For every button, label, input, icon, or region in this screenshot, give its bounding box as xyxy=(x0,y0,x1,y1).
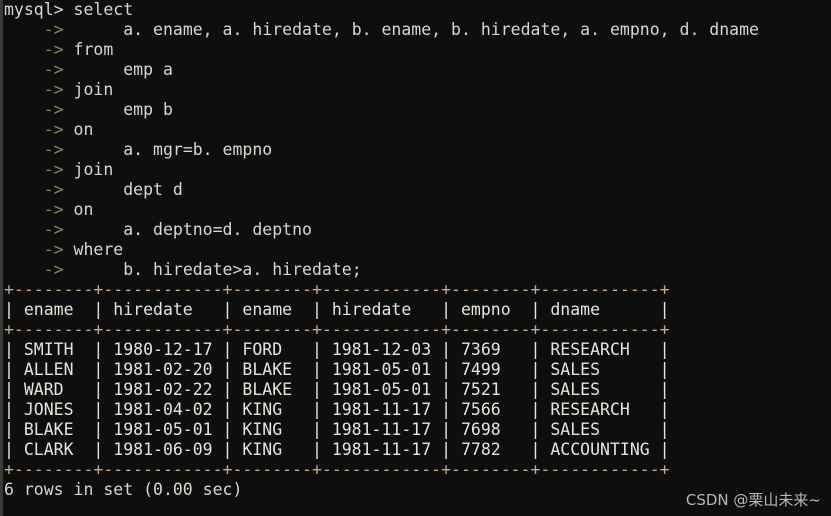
query-continuation-line: -> on xyxy=(4,200,831,220)
query-continuation-line: -> where xyxy=(4,240,831,260)
table-separator-top: +--------+------------+--------+--------… xyxy=(4,280,670,299)
continuation-arrow-icon: -> xyxy=(4,240,64,259)
continuation-arrow-icon: -> xyxy=(4,100,64,119)
continuation-arrow-icon: -> xyxy=(4,60,64,79)
query-continuation-line: -> join xyxy=(4,160,831,180)
table-row: | BLAKE | 1981-05-01 | KING | 1981-11-17… xyxy=(4,420,670,439)
query-continuation-line: -> on xyxy=(4,120,831,140)
table-row: | ALLEN | 1981-02-20 | BLAKE | 1981-05-0… xyxy=(4,360,670,379)
table-row: | SMITH | 1980-12-17 | FORD | 1981-12-03… xyxy=(4,340,670,359)
query-line-text: from xyxy=(63,40,114,59)
continuation-arrow-icon: -> xyxy=(4,180,64,199)
query-continuation-line: -> a. mgr=b. empno xyxy=(4,140,831,160)
mysql-terminal-window[interactable]: mysql> mysql> select -> a. ename, a. hir… xyxy=(0,0,831,516)
query-continuation-line: -> emp a xyxy=(4,60,831,80)
query-continuation-line: -> dept d xyxy=(4,180,831,200)
query-line-text: on xyxy=(63,120,94,139)
query-continuation-line: -> b. hiredate>a. hiredate; xyxy=(4,260,831,280)
query-continuation-line: -> a. ename, a. hiredate, b. ename, b. h… xyxy=(4,20,831,40)
table-row: | WARD | 1981-02-22 | BLAKE | 1981-05-01… xyxy=(4,380,670,399)
table-row: | CLARK | 1981-06-09 | KING | 1981-11-17… xyxy=(4,440,670,459)
table-row: | JONES | 1981-04-02 | KING | 1981-11-17… xyxy=(4,400,670,419)
query-line-text: emp b xyxy=(63,100,173,119)
command-prompt-line: mysql> select xyxy=(4,0,831,20)
query-first-line: select xyxy=(63,0,134,19)
query-line-text: emp a xyxy=(63,60,173,79)
query-line-text: join xyxy=(63,160,114,179)
continuation-arrow-icon: -> xyxy=(4,80,64,99)
continuation-arrow-icon: -> xyxy=(4,160,64,179)
query-line-text: dept d xyxy=(63,180,183,199)
continuation-arrow-icon: -> xyxy=(4,140,64,159)
table-separator-header: +--------+------------+--------+--------… xyxy=(4,320,670,339)
query-continuation-line: -> from xyxy=(4,40,831,60)
continuation-arrow-icon: -> xyxy=(4,120,64,139)
query-line-text: on xyxy=(63,200,94,219)
continuation-arrow-icon: -> xyxy=(4,260,64,279)
query-line-text: a. deptno=d. deptno xyxy=(63,220,312,239)
table-header-row: | ename | hiredate | ename | hiredate | … xyxy=(4,300,670,319)
query-continuation-line: -> a. deptno=d. deptno xyxy=(4,220,831,240)
continuation-arrow-icon: -> xyxy=(4,200,64,219)
query-continuation-line: -> emp b xyxy=(4,100,831,120)
terminal-screen[interactable]: mysql> mysql> select -> a. ename, a. hir… xyxy=(4,0,831,516)
window-left-edge xyxy=(0,0,3,516)
query-line-text: where xyxy=(63,240,124,259)
continuation-arrow-icon: -> xyxy=(4,40,64,59)
query-continuation-line: -> join xyxy=(4,80,831,100)
prompt-label: mysql> xyxy=(4,0,64,19)
query-line-text: b. hiredate>a. hiredate; xyxy=(63,260,362,279)
query-line-text: join xyxy=(63,80,114,99)
continuation-arrow-icon: -> xyxy=(4,220,64,239)
continuation-arrow-icon: -> xyxy=(4,20,64,39)
query-line-text: a. mgr=b. empno xyxy=(63,140,273,159)
csdn-watermark: CSDN @栗山未来~ xyxy=(685,491,821,509)
query-line-text: a. ename, a. hiredate, b. ename, b. hire… xyxy=(63,20,759,39)
table-separator-bottom: +--------+------------+--------+--------… xyxy=(4,460,670,479)
